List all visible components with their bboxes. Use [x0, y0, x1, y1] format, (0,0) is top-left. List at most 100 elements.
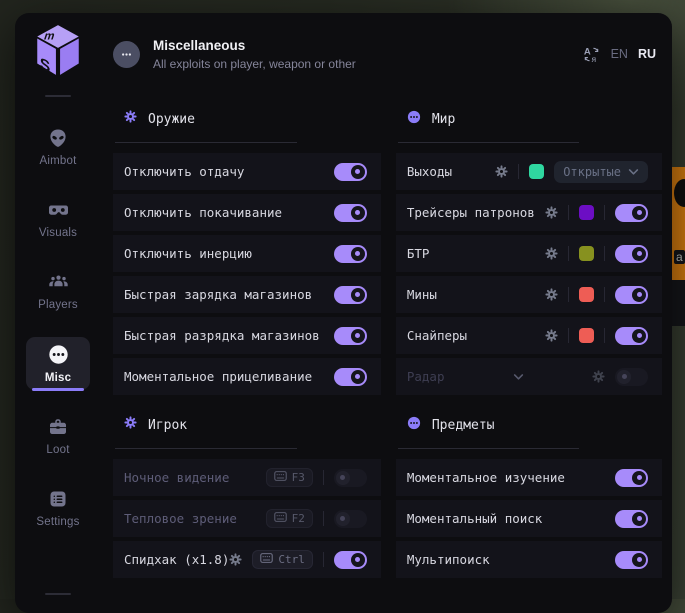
toggle-knob [632, 512, 646, 526]
row-label: Моментальное прицеливание [124, 369, 334, 384]
content-grid: ОружиеОтключить отдачуОтключить покачива… [101, 93, 672, 613]
toggle-switch[interactable] [615, 510, 648, 528]
toggle-switch[interactable] [334, 327, 367, 345]
keyboard-icon [260, 553, 273, 566]
section-divider [398, 448, 579, 449]
hotkey-badge: F2 [266, 509, 313, 528]
toggle-dot [355, 292, 360, 297]
toggle-switch[interactable] [334, 204, 367, 222]
section-gear-icon [124, 110, 137, 128]
toggle-knob [351, 247, 365, 261]
toggle-switch[interactable] [615, 469, 648, 487]
page-title: Miscellaneous [153, 38, 356, 53]
sidebar-item-loot[interactable]: Loot [26, 410, 90, 462]
lang-ru-button[interactable]: RU [638, 47, 656, 61]
toggle-knob [632, 288, 646, 302]
toggle-switch[interactable] [334, 163, 367, 181]
toggle-dot [637, 516, 642, 521]
separator [568, 287, 569, 302]
row-controls [545, 327, 648, 345]
sidebar-item-misc[interactable]: Misc [26, 337, 90, 390]
column-left: ОружиеОтключить отдачуОтключить покачива… [113, 93, 381, 582]
row-fast-magazine-load: Быстрая зарядка магазинов [113, 276, 381, 313]
toggle-dot [355, 169, 360, 174]
toggle-knob [351, 206, 365, 220]
gear-icon[interactable] [592, 370, 605, 383]
color-swatch[interactable] [529, 164, 544, 179]
color-swatch[interactable] [579, 205, 594, 220]
section-header: Игрок [113, 413, 381, 437]
toggle-knob [632, 553, 646, 567]
background-blob [674, 179, 685, 207]
toggle-dot [637, 333, 642, 338]
background-letter: a [674, 250, 685, 264]
toggle-switch[interactable] [615, 368, 648, 386]
toggle-switch[interactable] [334, 286, 367, 304]
section-header: Мир [396, 107, 662, 131]
row-controls [592, 368, 648, 386]
gear-icon[interactable] [545, 288, 558, 301]
toggle-dot [637, 210, 642, 215]
dropdown-select[interactable]: Открытые [554, 161, 648, 183]
gear-icon[interactable] [545, 206, 558, 219]
toggle-switch[interactable] [615, 327, 648, 345]
row-disable-recoil: Отключить отдачу [113, 153, 381, 190]
toggle-switch[interactable] [334, 245, 367, 263]
row-controls [615, 469, 648, 487]
row-radar: Радар [396, 358, 662, 395]
color-swatch[interactable] [579, 328, 594, 343]
row-controls [334, 163, 367, 181]
gear-icon[interactable] [545, 329, 558, 342]
row-fast-magazine-unload: Быстрая разрядка магазинов [113, 317, 381, 354]
toggle-switch[interactable] [615, 286, 648, 304]
toggle-switch[interactable] [334, 368, 367, 386]
players-group-icon [48, 272, 69, 292]
page-header: Miscellaneous All exploits on player, we… [101, 13, 672, 93]
sidebar-item-players[interactable]: Players [26, 265, 90, 317]
app-logo-icon: m S G [33, 23, 83, 79]
toggle-switch[interactable] [615, 204, 648, 222]
toggle-switch[interactable] [615, 551, 648, 569]
gear-icon[interactable] [229, 553, 242, 566]
section-title: Мир [432, 112, 455, 127]
toggle-dot [637, 251, 642, 256]
expand-area [445, 368, 593, 386]
row-label: Ночное видение [124, 470, 266, 485]
toggle-dot [637, 292, 642, 297]
page-subtitle: All exploits on player, weapon or other [153, 57, 356, 71]
toggle-switch[interactable] [334, 469, 367, 487]
row-disable-sway: Отключить покачивание [113, 194, 381, 231]
sidebar-item-settings[interactable]: Settings [26, 482, 90, 534]
row-controls [334, 204, 367, 222]
section-divider [115, 448, 297, 449]
gear-icon[interactable] [545, 247, 558, 260]
translate-icon[interactable]: A я [582, 45, 601, 64]
sidebar: m S G Aimbot Visuals [15, 13, 101, 613]
color-swatch[interactable] [579, 246, 594, 261]
expand-chevron-icon[interactable] [513, 368, 524, 386]
section-player: ИгрокНочное видениеF3Тепловое зрениеF2Сп… [113, 399, 381, 578]
row-exits: ВыходыОткрытые [396, 153, 662, 190]
row-instant-aim: Моментальное прицеливание [113, 358, 381, 395]
section-ellipsis-icon [407, 416, 421, 435]
row-multi-search: Мультипоиск [396, 541, 662, 578]
toggle-switch[interactable] [334, 551, 367, 569]
sidebar-item-visuals[interactable]: Visuals [26, 193, 90, 245]
row-label: Спидхак (x1.8) [124, 552, 229, 567]
toggle-switch[interactable] [334, 510, 367, 528]
row-controls [545, 286, 648, 304]
row-night-vision: Ночное видениеF3 [113, 459, 381, 496]
section-ellipsis-icon [407, 110, 421, 129]
toggle-switch[interactable] [615, 245, 648, 263]
row-label: Мультипоиск [407, 552, 615, 567]
section-world: МирВыходыОткрытыеТрейсеры патроновБТРМин… [396, 93, 662, 395]
sidebar-divider-bottom [45, 593, 71, 595]
gear-icon[interactable] [495, 165, 508, 178]
sidebar-item-aimbot[interactable]: Aimbot [26, 121, 90, 173]
separator [518, 164, 519, 179]
briefcase-icon [48, 417, 68, 437]
color-swatch[interactable] [579, 287, 594, 302]
lang-en-button[interactable]: EN [611, 47, 628, 61]
toggle-dot [340, 516, 345, 521]
sidebar-divider-top [45, 95, 71, 97]
